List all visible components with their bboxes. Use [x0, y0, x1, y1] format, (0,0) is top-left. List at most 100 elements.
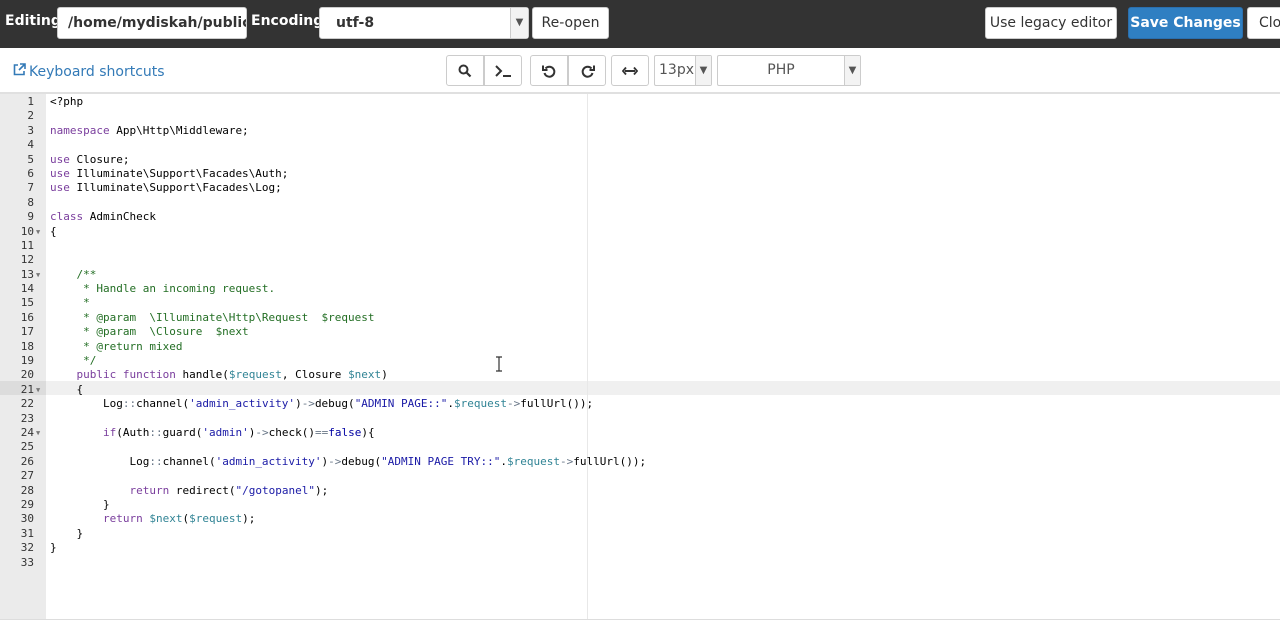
- fold-arrow-icon[interactable]: ▼: [36, 268, 40, 282]
- search-button[interactable]: [446, 55, 484, 86]
- encoding-select[interactable]: utf-8 ▼: [319, 7, 529, 39]
- file-path-field[interactable]: /home/mydiskah/public: [57, 7, 247, 39]
- line-number: 31: [20, 526, 34, 540]
- code-line[interactable]: 8: [0, 196, 1280, 210]
- code-text: namespace App\Http\Middleware;: [50, 123, 249, 137]
- search-icon: [458, 62, 472, 79]
- line-number: 19: [20, 354, 34, 368]
- editor-toolbar: Keyboard shortcuts 13px ▼ PHP ▼: [0, 48, 1280, 93]
- keyboard-shortcuts-link[interactable]: Keyboard shortcuts: [13, 63, 165, 80]
- undo-button[interactable]: [530, 55, 568, 86]
- code-line[interactable]: 19 */: [0, 354, 1280, 368]
- code-line[interactable]: 10 ▼ {: [0, 225, 1280, 239]
- line-number: 20: [20, 368, 34, 382]
- fold-arrow-icon[interactable]: ▼: [36, 426, 40, 440]
- font-size-value: 13px: [659, 62, 694, 78]
- goto-line-button[interactable]: [484, 55, 522, 86]
- reopen-button[interactable]: Re-open: [532, 7, 609, 39]
- fold-arrow-icon[interactable]: ▼: [36, 383, 40, 397]
- code-text: * @return mixed: [50, 339, 183, 353]
- code-text: return redirect("/gotopanel");: [129, 483, 329, 497]
- editor-header: Editing: /home/mydiskah/public Encoding:…: [0, 0, 1280, 48]
- code-line[interactable]: 16 * @param \Illuminate\Http\Request $re…: [0, 311, 1280, 325]
- word-wrap-button[interactable]: [611, 55, 649, 86]
- code-text: }: [50, 497, 110, 511]
- syntax-mode-select[interactable]: PHP ▼: [717, 55, 861, 86]
- line-number: 30: [20, 512, 34, 526]
- code-line[interactable]: 24 ▼ if(Auth::guard('admin')->check()==fa…: [0, 426, 1280, 440]
- line-number: 32: [20, 541, 34, 555]
- code-text: }: [50, 541, 57, 555]
- code-text: <?php: [50, 95, 84, 108]
- code-line[interactable]: 18 * @return mixed: [0, 340, 1280, 354]
- code-line[interactable]: 20 public function handle($request, Clos…: [0, 368, 1280, 382]
- encoding-value: utf-8: [336, 15, 375, 31]
- code-editor[interactable]: 1 <?php 2 3 namespace App\Http\Middleware; 4 5…: [0, 93, 1280, 620]
- code-line[interactable]: 2: [0, 109, 1280, 123]
- chevron-down-icon: ▼: [510, 8, 528, 38]
- editor-bottom-border: [0, 619, 1280, 620]
- encoding-label: Encoding:: [251, 13, 329, 29]
- redo-icon: [580, 62, 595, 79]
- font-size-select[interactable]: 13px ▼: [654, 55, 712, 86]
- code-text: Log::channel('admin_activity')->debug("A…: [50, 454, 647, 468]
- code-line[interactable]: 17 * @param \Closure $next: [0, 325, 1280, 339]
- code-text: * Handle an incoming request.: [50, 282, 276, 296]
- code-text: {: [50, 382, 84, 396]
- line-number: 12: [20, 253, 34, 267]
- redo-button[interactable]: [568, 55, 606, 86]
- code-text: use Illuminate\Support\Facades\Log;: [50, 181, 282, 195]
- legacy-editor-button[interactable]: Use legacy editor: [985, 7, 1117, 39]
- line-number: 21: [20, 382, 34, 396]
- code-line[interactable]: 32}: [0, 541, 1280, 555]
- code-line[interactable]: 31 }: [0, 527, 1280, 541]
- code-text: return $next($request);: [102, 512, 256, 526]
- code-line[interactable]: 25: [0, 440, 1280, 454]
- line-number: 15: [20, 296, 34, 310]
- code-line[interactable]: 26 Log::channel('admin_activity')->debug…: [0, 455, 1280, 469]
- code-line[interactable]: 14 * Handle an incoming request.: [0, 282, 1280, 296]
- fold-arrow-icon[interactable]: ▼: [36, 225, 40, 239]
- line-number: 2: [27, 109, 34, 123]
- line-number: 13: [20, 267, 34, 281]
- line-number: 1: [27, 95, 34, 108]
- code-line[interactable]: 6 use Illuminate\Support\Facades\Auth;: [0, 167, 1280, 181]
- chevron-down-icon: ▼: [695, 56, 711, 85]
- code-lines[interactable]: 1 <?php 2 3 namespace App\Http\Middleware; 4 5…: [0, 95, 1280, 570]
- line-number: 10: [20, 224, 34, 238]
- code-line[interactable]: 1 <?php: [0, 95, 1280, 109]
- code-text: if(Auth::guard('admin')->check()==false)…: [102, 425, 375, 439]
- wrap-icon: [621, 62, 639, 79]
- line-number: 28: [20, 483, 34, 497]
- undo-icon: [541, 62, 557, 79]
- code-line[interactable]: 9 class AdminCheck: [0, 210, 1280, 224]
- code-line[interactable]: 28 return redirect("/gotopanel");: [0, 484, 1280, 498]
- save-changes-button[interactable]: Save Changes: [1128, 7, 1243, 39]
- code-line[interactable]: 12: [0, 253, 1280, 267]
- code-line[interactable]: 13 ▼ /**: [0, 268, 1280, 282]
- code-line[interactable]: 15 *: [0, 296, 1280, 310]
- line-number: 5: [27, 152, 34, 166]
- code-line[interactable]: 7 use Illuminate\Support\Facades\Log;: [0, 181, 1280, 195]
- terminal-icon: [494, 62, 512, 79]
- code-line[interactable]: 23: [0, 412, 1280, 426]
- code-line[interactable]: 11: [0, 239, 1280, 253]
- code-line[interactable]: 29 }: [0, 498, 1280, 512]
- code-line[interactable]: 30 return $next($request);: [0, 512, 1280, 526]
- text-cursor-icon: [495, 356, 503, 372]
- line-number: 26: [20, 454, 34, 468]
- line-number: 18: [20, 339, 34, 353]
- code-line[interactable]: 22 Log::channel('admin_activity')->debug…: [0, 397, 1280, 411]
- code-line[interactable]: 5 use Closure;: [0, 153, 1280, 167]
- chevron-down-icon: ▼: [844, 56, 860, 85]
- line-number: 33: [20, 555, 34, 569]
- code-line[interactable]: 4: [0, 138, 1280, 152]
- code-line[interactable]: 27: [0, 469, 1280, 483]
- code-line[interactable]: 33: [0, 556, 1280, 570]
- close-button[interactable]: Clo: [1247, 7, 1280, 39]
- line-number: 14: [20, 282, 34, 296]
- code-text: class AdminCheck: [50, 210, 156, 224]
- code-text: */: [50, 354, 97, 368]
- code-line[interactable]: 3 namespace App\Http\Middleware;: [0, 124, 1280, 138]
- code-line[interactable]: 21 ▼ {: [0, 383, 1280, 397]
